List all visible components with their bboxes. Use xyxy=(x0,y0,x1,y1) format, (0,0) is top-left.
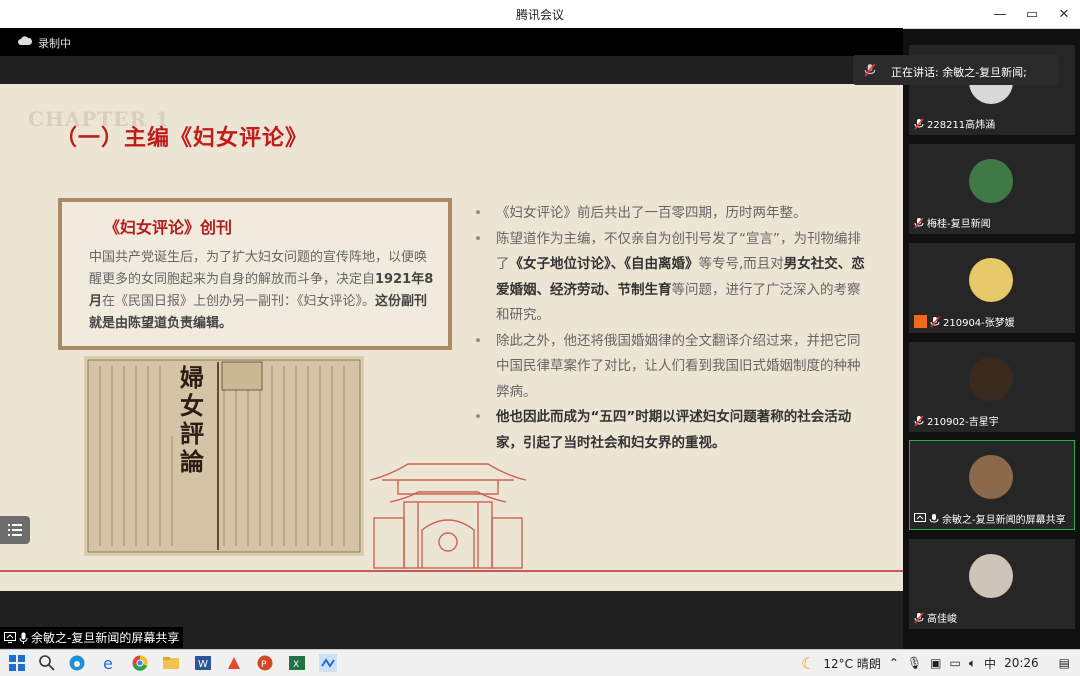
windows-taskbar: e W P X ☾ 12°C 晴朗 ⌃ 🎙︎ ▣ ▭ 🔈︎ 中 20:26 ▤ xyxy=(0,649,1080,676)
bullet-item: 《妇女评论》前后共出了一百零四期，历时两年整。 xyxy=(474,201,866,227)
microphone-tray-icon[interactable]: 🎙︎ xyxy=(907,656,922,670)
participant-name: 210904-张梦媛 xyxy=(943,318,1015,329)
svg-text:e: e xyxy=(103,654,113,672)
slide-title: （一）主编《妇女评论》 xyxy=(55,126,309,151)
weather-text[interactable]: 12°C 晴朗 xyxy=(823,655,880,672)
participant-tile[interactable]: 210902-吉星宇 xyxy=(909,342,1075,432)
ime-indicator[interactable]: 中 xyxy=(984,655,996,672)
intro-text: 中国共产党诞生后，为了扩大妇女问题的宣传阵地，以便唤醒更多的女同胞起来为自身的解… xyxy=(89,250,434,331)
screen-share-icon xyxy=(914,513,926,522)
app-icon[interactable] xyxy=(225,654,243,672)
chevron-up-icon[interactable]: ⌃ xyxy=(889,656,899,670)
participant-tile[interactable]: 梅桂-复旦新闻 xyxy=(909,144,1075,234)
slide-footer-line xyxy=(0,570,903,572)
avatar xyxy=(969,159,1013,203)
microphone-icon xyxy=(19,632,28,644)
cloud-icon xyxy=(18,36,32,45)
microphone-muted-icon xyxy=(914,118,924,129)
screen-share-icon xyxy=(4,632,16,643)
participant-name: 梅桂-复旦新闻 xyxy=(927,219,991,230)
recording-bar: 录制中 xyxy=(0,28,903,56)
presentation-slide: CHAPTER 1 （一）主编《妇女评论》 《妇女评论》创刊 中国共产党诞生后，… xyxy=(0,84,903,591)
moon-icon: ☾ xyxy=(801,653,816,673)
close-button[interactable]: ✕ xyxy=(1048,0,1080,28)
powerpoint-icon[interactable]: P xyxy=(256,654,274,672)
bullet-item: 除此之外，他还将俄国婚姻律的全文翻译介绍过来，并把它同中国民律草案作了对比，让人… xyxy=(474,329,866,406)
participant-name: 228211高炜涵 xyxy=(927,120,996,131)
newspaper-masthead: 婦女評論 xyxy=(180,363,204,476)
screen-share-text: 余敏之-复旦新闻的屏幕共享 xyxy=(31,631,180,645)
file-explorer-icon[interactable] xyxy=(162,654,180,672)
avatar xyxy=(969,258,1013,302)
participant-tile-active[interactable]: 余敏之-复旦新闻的屏幕共享 xyxy=(909,440,1075,530)
excel-icon[interactable]: X xyxy=(288,654,306,672)
microphone-muted-icon xyxy=(914,217,924,228)
screen-share-label: 余敏之-复旦新闻的屏幕共享 xyxy=(0,627,184,648)
tencent-meeting-icon[interactable] xyxy=(319,654,337,672)
gate-illustration xyxy=(369,463,527,569)
toolbar-menu-button[interactable] xyxy=(0,516,30,544)
newspaper-image: 婦女評論 xyxy=(84,356,364,556)
microphone-icon xyxy=(929,513,939,523)
microphone-muted-icon xyxy=(930,316,940,327)
notification-icon[interactable]: ▤ xyxy=(1059,656,1070,670)
speaking-indicator: 正在讲话: 余敏之-复旦新闻; xyxy=(853,55,1058,85)
intro-box: 《妇女评论》创刊 中国共产党诞生后，为了扩大妇女问题的宣传阵地，以便唤醒更多的女… xyxy=(58,198,452,350)
edge-browser-icon[interactable] xyxy=(68,654,86,672)
microphone-muted-icon xyxy=(914,415,924,426)
svg-text:W: W xyxy=(198,659,208,670)
svg-text:P: P xyxy=(261,660,267,670)
network-icon[interactable]: ▣ xyxy=(930,656,941,670)
chrome-icon[interactable] xyxy=(131,654,149,672)
restore-button[interactable]: ▭ xyxy=(1016,0,1048,28)
microphone-muted-icon xyxy=(914,612,924,623)
ie-browser-icon[interactable]: e xyxy=(100,654,118,672)
microphone-muted-icon xyxy=(864,63,876,77)
bullet-item: 陈望道作为主编，不仅亲自为创刊号发了“宣言”，为刊物编排了《女子地位讨论》、《自… xyxy=(474,227,866,329)
avatar xyxy=(969,357,1013,401)
minimize-button[interactable]: — xyxy=(984,0,1016,28)
participant-name: 210902-吉星宇 xyxy=(927,417,999,428)
search-icon[interactable] xyxy=(38,654,56,672)
participant-tile[interactable]: 210904-张梦媛 xyxy=(909,243,1075,333)
bullet-list: 《妇女评论》前后共出了一百零四期，历时两年整。 陈望道作为主编，不仅亲自为创刊号… xyxy=(474,201,866,456)
speaking-text: 正在讲话: 余敏之-复旦新闻; xyxy=(891,66,1027,79)
system-tray: ☾ 12°C 晴朗 ⌃ 🎙︎ ▣ ▭ 🔈︎ 中 20:26 ▤ xyxy=(801,650,1080,676)
participant-name: 余敏之-复旦新闻的屏幕共享 xyxy=(942,515,1066,526)
recording-label: 录制中 xyxy=(38,37,71,50)
volume-icon[interactable]: 🔈︎ xyxy=(969,656,976,671)
clock[interactable]: 20:26 xyxy=(1004,656,1039,670)
windows-start-icon[interactable] xyxy=(8,654,26,672)
participant-tile[interactable]: 高佳峻 xyxy=(909,539,1075,629)
avatar xyxy=(969,455,1013,499)
list-icon xyxy=(8,524,22,536)
window-title: 腾讯会议 xyxy=(515,8,564,22)
intro-heading: 《妇女评论》创刊 xyxy=(104,218,233,237)
battery-icon[interactable]: ▭ xyxy=(950,656,961,670)
participant-name: 高佳峻 xyxy=(927,614,957,625)
user-badge-icon xyxy=(914,315,927,328)
svg-text:X: X xyxy=(293,660,299,670)
bullet-item: 他也因此而成为“五四”时期以评述妇女问题著称的社会活动家，引起了当时社会和妇女界… xyxy=(474,405,866,456)
word-icon[interactable]: W xyxy=(194,654,212,672)
avatar xyxy=(969,554,1013,598)
window-titlebar: 腾讯会议 — ▭ ✕ xyxy=(0,0,1080,29)
